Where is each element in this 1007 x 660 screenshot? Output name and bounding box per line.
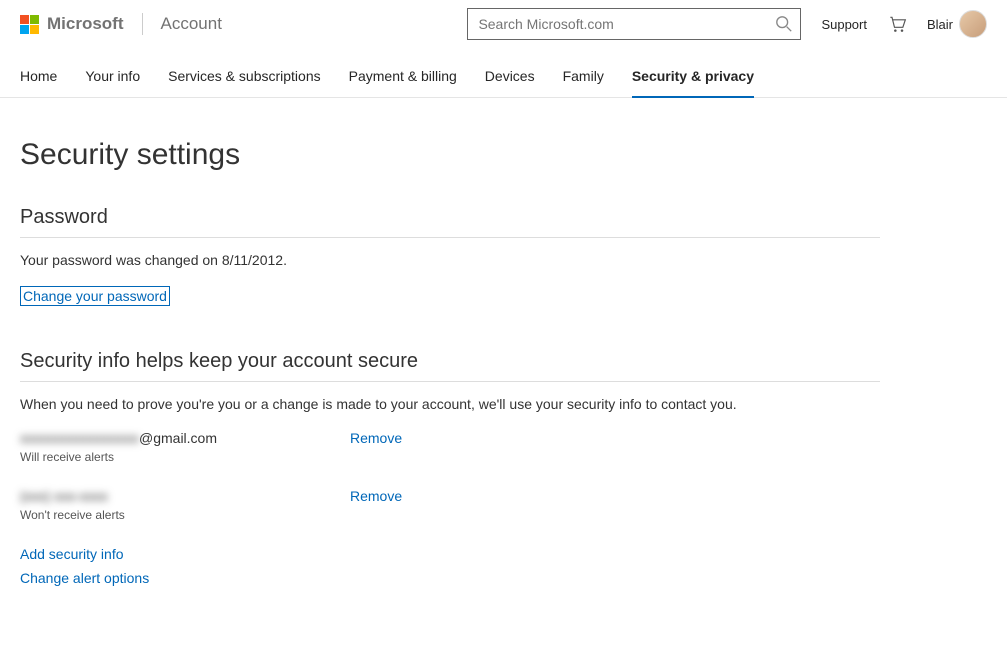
microsoft-logo-icon	[20, 15, 39, 34]
microsoft-logo[interactable]: Microsoft	[20, 14, 124, 34]
header-bar: Microsoft Account Support Blair	[0, 0, 1007, 48]
avatar	[959, 10, 987, 38]
main-content: Security settings Password Your password…	[0, 98, 900, 660]
tab-payment[interactable]: Payment & billing	[349, 60, 457, 97]
password-section: Password Your password was changed on 8/…	[20, 206, 880, 306]
change-password-link[interactable]: Change your password	[20, 286, 170, 306]
tab-devices[interactable]: Devices	[485, 60, 535, 97]
security-info-sub: Won't receive alerts	[20, 508, 350, 522]
tab-services[interactable]: Services & subscriptions	[168, 60, 321, 97]
tab-family[interactable]: Family	[563, 60, 604, 97]
add-security-info-link[interactable]: Add security info	[20, 546, 880, 562]
security-info-item: xxxxxxxxxxxxxxxxx@gmail.com Will receive…	[20, 430, 880, 464]
header-divider	[142, 13, 143, 35]
tab-security-privacy[interactable]: Security & privacy	[632, 60, 754, 98]
search-icon[interactable]	[775, 15, 793, 33]
tab-your-info[interactable]: Your info	[85, 60, 140, 97]
security-info-value: xxxxxxxxxxxxxxxxx@gmail.com	[20, 430, 350, 446]
nav-tabs: Home Your info Services & subscriptions …	[0, 60, 1007, 98]
cart-icon[interactable]	[887, 14, 907, 34]
change-alert-options-link[interactable]: Change alert options	[20, 570, 880, 586]
tab-home[interactable]: Home	[20, 60, 57, 97]
search-box	[467, 8, 801, 40]
security-info-description: When you need to prove you're you or a c…	[20, 396, 880, 412]
security-info-section: Security info helps keep your account se…	[20, 350, 880, 586]
remove-security-info-link[interactable]: Remove	[350, 430, 402, 446]
section-label[interactable]: Account	[161, 14, 222, 34]
page-title: Security settings	[20, 138, 880, 172]
support-link[interactable]: Support	[821, 17, 867, 32]
password-heading: Password	[20, 206, 880, 238]
security-info-heading: Security info helps keep your account se…	[20, 350, 880, 382]
security-info-sub: Will receive alerts	[20, 450, 350, 464]
security-info-item: (xxx) xxx-xxxx Won't receive alerts Remo…	[20, 488, 880, 522]
header-right: Support Blair	[821, 10, 987, 38]
brand-label: Microsoft	[47, 14, 124, 34]
user-name: Blair	[927, 17, 953, 32]
remove-security-info-link[interactable]: Remove	[350, 488, 402, 504]
search-input[interactable]	[467, 8, 801, 40]
password-status: Your password was changed on 8/11/2012.	[20, 252, 880, 268]
security-info-value: (xxx) xxx-xxxx	[20, 488, 350, 504]
user-menu[interactable]: Blair	[927, 10, 987, 38]
